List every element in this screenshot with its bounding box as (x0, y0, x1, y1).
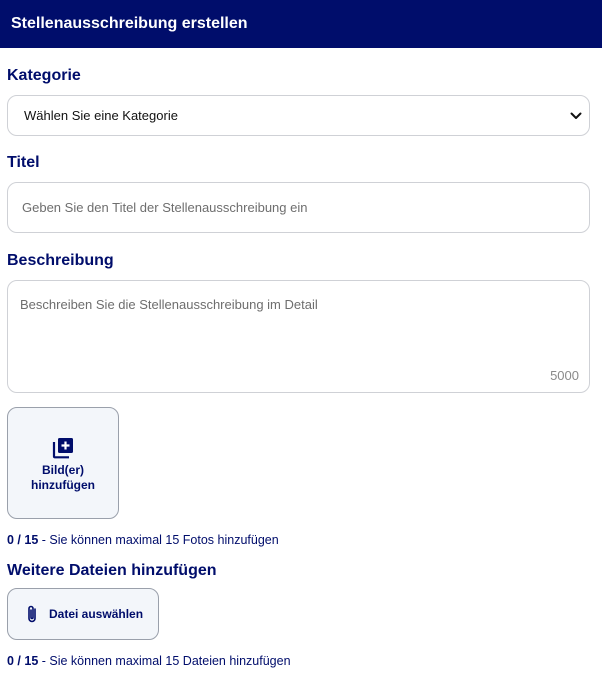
images-hint: - Sie können maximal 15 Fotos hinzufügen (38, 533, 279, 547)
images-count: 0 / 15 (7, 533, 39, 547)
page-title: Stellenausschreibung erstellen (11, 15, 248, 32)
title-label: Titel (7, 154, 40, 171)
files-hint: - Sie können maximal 15 Dateien hinzufüg… (38, 654, 291, 668)
add-images-button[interactable]: Bild(er) hinzufügen (7, 407, 119, 519)
description-textarea[interactable]: Beschreiben Sie die Stellenausschreibung… (7, 280, 590, 393)
character-counter: 5000 (550, 368, 579, 383)
category-select[interactable]: Wählen Sie eine Kategorie (7, 95, 590, 136)
category-select-value: Wählen Sie eine Kategorie (24, 108, 178, 123)
files-counter: 0 / 15 - Sie können maximal 15 Dateien h… (7, 654, 590, 668)
select-file-button[interactable]: Datei auswählen (7, 588, 159, 640)
images-counter: 0 / 15 - Sie können maximal 15 Fotos hin… (7, 533, 590, 547)
description-label: Beschreibung (7, 252, 114, 269)
chevron-down-icon (570, 112, 582, 119)
files-label: Weitere Dateien hinzufügen (7, 562, 217, 579)
add-photo-icon (52, 438, 73, 459)
files-count: 0 / 15 (7, 654, 39, 668)
category-label: Kategorie (7, 67, 81, 84)
paperclip-icon (28, 605, 36, 623)
add-images-label: Bild(er) hinzufügen (31, 463, 95, 492)
page-header: Stellenausschreibung erstellen (0, 0, 602, 48)
title-input[interactable]: Geben Sie den Titel der Stellenausschrei… (7, 182, 590, 233)
title-input-placeholder: Geben Sie den Titel der Stellenausschrei… (22, 200, 308, 215)
select-file-label: Datei auswählen (49, 607, 144, 621)
job-form: Kategorie Wählen Sie eine Kategorie Tite… (0, 67, 602, 668)
description-placeholder: Beschreiben Sie die Stellenausschreibung… (20, 297, 318, 312)
